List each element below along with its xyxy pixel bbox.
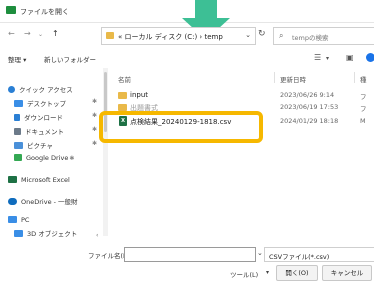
- pin-icon: ✱: [69, 155, 75, 162]
- sidebar-item-label: Microsoft Excel: [21, 176, 70, 184]
- pane-icon[interactable]: ▣: [346, 53, 354, 62]
- file-date: 2023/06/19 17:53: [280, 103, 339, 111]
- scroll-left-icon[interactable]: ‹: [96, 232, 98, 239]
- file-date: 2024/01/29 18:18: [280, 117, 339, 125]
- command-toolbar: 整理 ▾ 新しいフォルダー ☰ ▾ ▣: [0, 49, 374, 67]
- file-type: M: [360, 117, 366, 125]
- help-icon[interactable]: [366, 53, 374, 62]
- file-type: フ: [360, 93, 367, 101]
- picture-icon: [14, 142, 23, 149]
- folder-icon: [118, 104, 127, 111]
- file-name: input: [130, 91, 149, 99]
- cancel-button[interactable]: キャンセル: [322, 265, 372, 281]
- pin-icon: ✱: [91, 98, 97, 105]
- sidebar-scrollbar[interactable]: [103, 68, 108, 236]
- search-placeholder: tempの検索: [292, 34, 329, 42]
- star-icon: [8, 86, 15, 93]
- sidebar-item-downloads[interactable]: ダウンロード: [14, 112, 63, 122]
- address-overflow[interactable]: «: [118, 33, 122, 41]
- address-bar[interactable]: « ローカル ディスク (C:) › temp ⌄: [101, 27, 256, 45]
- new-folder-button[interactable]: 新しいフォルダー: [44, 54, 96, 64]
- file-type: フ: [360, 105, 367, 113]
- list-view-icon[interactable]: ☰: [314, 53, 321, 62]
- excel-icon: [8, 176, 17, 183]
- sidebar-item-desktop[interactable]: デスクトップ: [14, 98, 66, 108]
- pin-icon: ✱: [91, 112, 97, 119]
- filename-row: ファイル名(N): ⌄ CSVファイル(*.csv): [0, 246, 374, 262]
- sidebar-item-google-drive[interactable]: Google Drive✱: [14, 154, 74, 162]
- sidebar-item-pc[interactable]: PC: [8, 216, 29, 224]
- dialog-buttons: ツール(L) ▾ 開く(O) キャンセル: [0, 264, 374, 282]
- sidebar-item-label: ダウンロード: [24, 114, 63, 122]
- open-file-dialog: ファイルを開く ← → ⌄ ↑ « ローカル ディスク (C:) › temp …: [0, 0, 374, 286]
- sidebar-item-label: OneDrive - 一般財: [21, 198, 78, 206]
- open-button[interactable]: 開く(O): [276, 265, 318, 281]
- chevron-down-icon[interactable]: ⌄: [257, 249, 263, 257]
- chevron-down-icon[interactable]: ⌄: [245, 31, 251, 39]
- file-date: 2023/06/26 9:14: [280, 91, 335, 99]
- pin-icon: ✱: [91, 140, 97, 147]
- desktop-icon: [14, 100, 23, 107]
- sidebar-item-documents[interactable]: ドキュメント: [14, 126, 64, 136]
- horizontal-scrollbar[interactable]: ‹: [0, 232, 374, 240]
- tools-menu[interactable]: ツール(L): [230, 269, 258, 279]
- address-path: « ローカル ディスク (C:) › temp: [118, 32, 223, 42]
- file-row-input[interactable]: input 2023/06/26 9:14 フ: [110, 90, 374, 102]
- excel-app-icon: [6, 6, 16, 14]
- filetype-value: CSVファイル(*.csv): [269, 253, 330, 261]
- refresh-button[interactable]: ↻: [258, 29, 266, 39]
- search-input[interactable]: ⌕ tempの検索: [273, 27, 374, 45]
- window-title: ファイルを開く: [20, 8, 69, 16]
- download-icon: [14, 114, 20, 121]
- column-header-modified[interactable]: 更新日時: [280, 74, 306, 84]
- forward-button[interactable]: →: [24, 29, 31, 38]
- pc-icon: [8, 216, 17, 223]
- search-icon: ⌕: [279, 31, 284, 40]
- sidebar-item-onedrive[interactable]: OneDrive - 一般財: [8, 196, 78, 206]
- folder-icon: [106, 32, 114, 39]
- column-divider[interactable]: [274, 72, 275, 83]
- sidebar-item-quick-access[interactable]: クイック アクセス: [8, 84, 73, 94]
- sidebar-item-pictures[interactable]: ピクチャ: [14, 140, 53, 150]
- document-icon: [14, 128, 21, 135]
- google-drive-icon: [14, 154, 22, 161]
- sidebar-item-label: ピクチャ: [27, 142, 53, 150]
- onedrive-icon: [8, 198, 17, 205]
- organize-button[interactable]: 整理 ▾: [8, 54, 26, 64]
- filename-input[interactable]: [124, 247, 256, 262]
- navigation-bar: ← → ⌄ ↑ « ローカル ディスク (C:) › temp ⌄ ↻ ⌕ te…: [0, 25, 374, 45]
- highlight-box-annotation: [99, 111, 263, 143]
- column-divider[interactable]: [354, 72, 355, 83]
- address-path-text[interactable]: ローカル ディスク (C:) › temp: [125, 33, 223, 41]
- filetype-select[interactable]: CSVファイル(*.csv): [264, 247, 374, 262]
- up-button[interactable]: ↑: [52, 29, 59, 38]
- view-dropdown-icon[interactable]: ▾: [326, 55, 329, 62]
- navigation-pane: クイック アクセス デスクトップ ✱ ダウンロード ✱ ドキュメント ✱ ピクチ…: [0, 68, 103, 238]
- sidebar-item-label: クイック アクセス: [19, 86, 73, 94]
- column-header-name[interactable]: 名前: [118, 74, 131, 84]
- sidebar-item-label: デスクトップ: [27, 100, 66, 108]
- sidebar-item-label: PC: [21, 216, 30, 224]
- back-button[interactable]: ←: [8, 29, 15, 38]
- column-header-type[interactable]: 種: [360, 74, 367, 84]
- folder-icon: [118, 92, 127, 99]
- tools-dropdown-icon[interactable]: ▾: [266, 269, 269, 276]
- recent-dropdown-icon[interactable]: ⌄: [38, 31, 43, 38]
- sidebar-item-label: Google Drive: [26, 154, 69, 162]
- sidebar-item-label: ドキュメント: [25, 128, 64, 136]
- sidebar-item-microsoft-excel[interactable]: Microsoft Excel: [8, 176, 70, 184]
- file-list: 名前 更新日時 種 input 2023/06/26 9:14 フ 出題書式 2…: [110, 68, 374, 238]
- pin-icon: ✱: [91, 126, 97, 133]
